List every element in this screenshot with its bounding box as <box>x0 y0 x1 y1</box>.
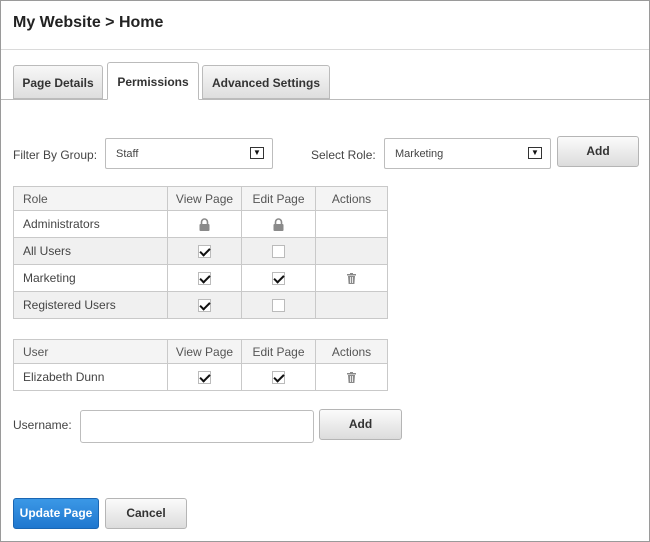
actions-cell <box>315 264 388 292</box>
tab-permissions[interactable]: Permissions <box>107 62 199 100</box>
view-page-checkbox[interactable] <box>198 299 211 313</box>
actions-cell <box>315 237 388 265</box>
role-name: Administrators <box>13 210 168 238</box>
chevron-down-icon: ▼ <box>528 147 542 159</box>
trash-icon[interactable] <box>347 273 356 285</box>
view-page-cell <box>167 264 242 292</box>
username-label: Username: <box>13 418 72 432</box>
actions-cell <box>315 291 388 319</box>
chevron-down-icon: ▼ <box>250 147 264 159</box>
view-page-checkbox[interactable] <box>198 245 211 259</box>
column-header: Actions <box>315 186 388 211</box>
table-row: Marketing <box>13 264 388 292</box>
tab-page-details[interactable]: Page Details <box>13 65 103 99</box>
column-header: User <box>13 339 168 364</box>
column-header: View Page <box>167 339 242 364</box>
view-page-cell <box>167 291 242 319</box>
actions-cell <box>315 363 388 391</box>
edit-page-checkbox[interactable] <box>272 299 285 313</box>
filter-group-label: Filter By Group: <box>13 148 98 162</box>
user-name: Elizabeth Dunn <box>13 363 168 391</box>
role-name: Marketing <box>13 264 168 292</box>
select-role-label: Select Role: <box>311 148 376 162</box>
title-divider <box>1 49 649 50</box>
column-header: Edit Page <box>241 186 316 211</box>
view-page-checkbox[interactable] <box>198 272 211 286</box>
column-header: Role <box>13 186 168 211</box>
role-name: Registered Users <box>13 291 168 319</box>
lock-icon <box>199 218 210 232</box>
tab-advanced-settings[interactable]: Advanced Settings <box>202 65 330 99</box>
update-page-button[interactable]: Update Page <box>13 498 99 529</box>
roles-table: Role View Page Edit Page Actions Adminis… <box>13 186 388 319</box>
edit-page-checkbox[interactable] <box>272 272 285 286</box>
trash-icon[interactable] <box>347 372 356 384</box>
users-table: User View Page Edit Page Actions Elizabe… <box>13 339 388 391</box>
edit-page-cell <box>241 210 316 238</box>
edit-page-cell <box>241 291 316 319</box>
roles-table-header: Role View Page Edit Page Actions <box>13 186 388 211</box>
select-role-select[interactable]: Marketing ▼ <box>384 138 551 169</box>
users-table-header: User View Page Edit Page Actions <box>13 339 388 364</box>
column-header: Edit Page <box>241 339 316 364</box>
column-header: Actions <box>315 339 388 364</box>
role-name: All Users <box>13 237 168 265</box>
add-user-button[interactable]: Add <box>319 409 402 440</box>
add-role-button[interactable]: Add <box>557 136 639 167</box>
edit-page-cell <box>241 264 316 292</box>
edit-page-checkbox[interactable] <box>272 245 285 259</box>
table-row: Registered Users <box>13 291 388 319</box>
page-title: My Website > Home <box>13 14 164 31</box>
permissions-window: My Website > Home Page Details Permissio… <box>0 0 650 542</box>
column-header: View Page <box>167 186 242 211</box>
edit-page-cell <box>241 363 316 391</box>
view-page-cell <box>167 237 242 265</box>
tab-divider <box>1 99 649 100</box>
table-row: Administrators <box>13 210 388 238</box>
filter-group-value: Staff <box>116 148 139 160</box>
view-page-cell <box>167 210 242 238</box>
table-row: All Users <box>13 237 388 265</box>
lock-icon <box>273 218 284 232</box>
filter-group-select[interactable]: Staff ▼ <box>105 138 273 169</box>
table-row: Elizabeth Dunn <box>13 363 388 391</box>
view-page-cell <box>167 363 242 391</box>
cancel-button[interactable]: Cancel <box>105 498 187 529</box>
edit-page-cell <box>241 237 316 265</box>
username-input[interactable] <box>80 410 314 443</box>
edit-page-checkbox[interactable] <box>272 371 285 385</box>
actions-cell <box>315 210 388 238</box>
select-role-value: Marketing <box>395 148 444 160</box>
view-page-checkbox[interactable] <box>198 371 211 385</box>
